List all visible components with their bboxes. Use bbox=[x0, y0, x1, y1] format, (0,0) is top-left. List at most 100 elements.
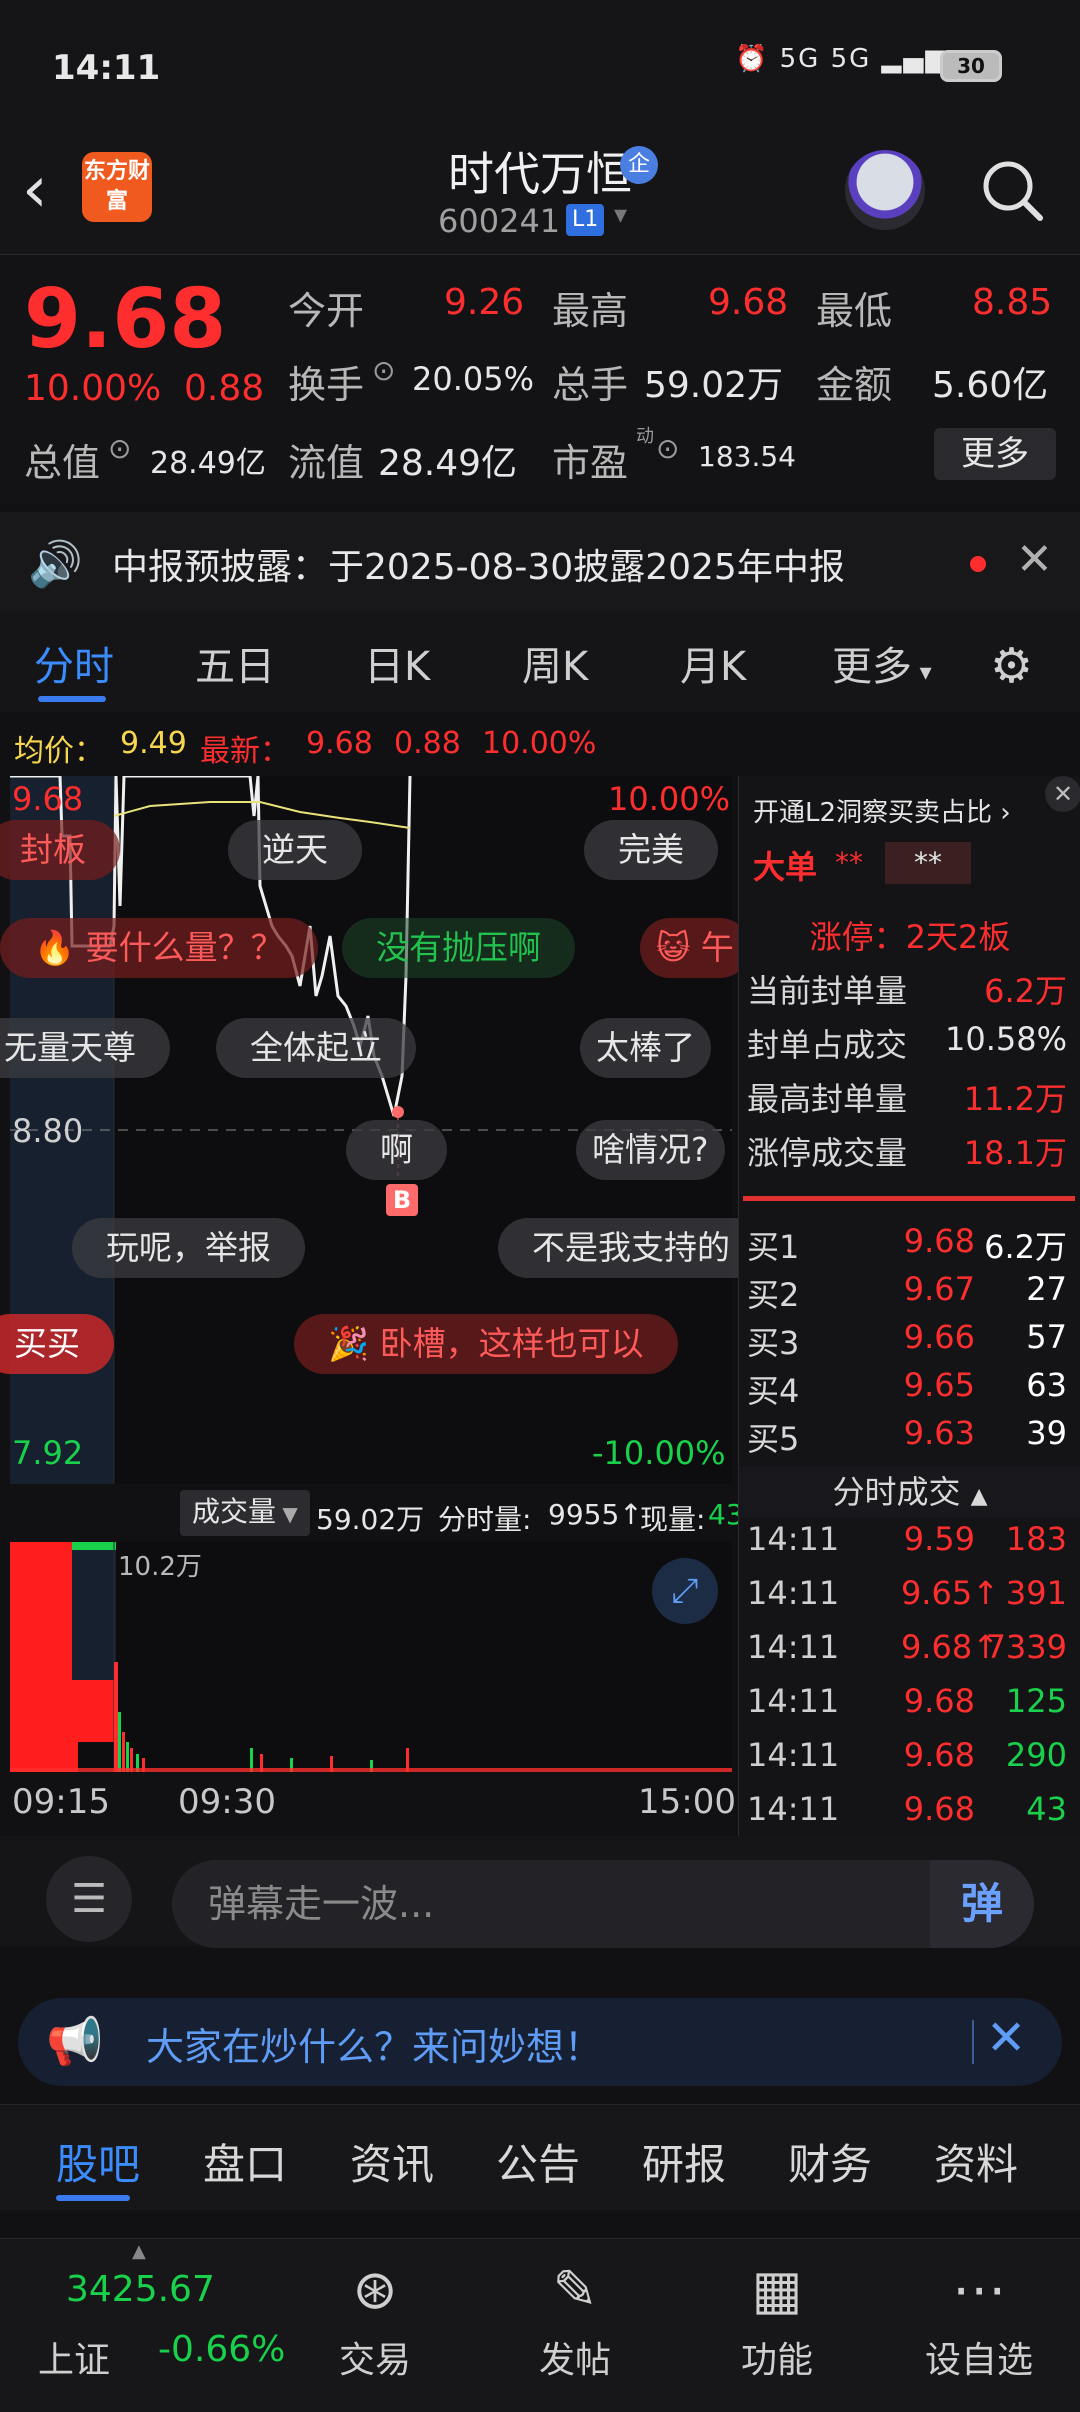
danmu-settings-icon[interactable]: ☰ bbox=[46, 1856, 132, 1942]
danmu-bubble[interactable]: 啥情况? bbox=[576, 1120, 725, 1180]
tab-daily-k[interactable]: 日K bbox=[364, 634, 430, 692]
bid-label: 买4 bbox=[747, 1372, 800, 1410]
megaphone-icon: 📢 bbox=[46, 2014, 104, 2068]
l2-upgrade-link[interactable]: 开通L2洞察买卖占比 › bbox=[753, 792, 1011, 829]
volume-indicator-select[interactable]: 成交量 ▼ bbox=[180, 1490, 310, 1536]
close-icon[interactable]: ✕ bbox=[1016, 534, 1053, 585]
post-button[interactable]: ✎ 发帖 bbox=[500, 2255, 650, 2383]
danmu-bubble[interactable]: 全体起立 bbox=[216, 1018, 416, 1078]
close-icon[interactable]: ✕ bbox=[986, 2010, 1026, 2066]
functions-button[interactable]: ▦ 功能 bbox=[702, 2255, 852, 2383]
trade-button[interactable]: ⊛ 交易 bbox=[300, 2255, 450, 2383]
ai-assistant-banner[interactable]: 📢 大家在炒什么？来问妙想！ ✕ bbox=[18, 1998, 1062, 2086]
change-percent: 10.00% bbox=[24, 368, 162, 409]
danmu-bubble[interactable]: 买买 bbox=[0, 1314, 114, 1374]
notice-text[interactable]: 中报预披露：于2025-08-30披露2025年中报 bbox=[112, 538, 845, 590]
tick-price: 9.68 bbox=[903, 1790, 975, 1828]
danmu-bubble[interactable]: 不是我支持的 bbox=[498, 1218, 764, 1278]
tab-announcements[interactable]: 公告 bbox=[496, 2131, 580, 2192]
danmu-bubble[interactable]: 😺 午 bbox=[640, 918, 750, 978]
ai-banner-text[interactable]: 大家在炒什么？来问妙想！ bbox=[146, 2016, 602, 2071]
danmu-send-button[interactable]: 弹 bbox=[930, 1860, 1034, 1948]
index-change[interactable]: -0.66% bbox=[158, 2329, 285, 2370]
stat-label: 封单占成交 bbox=[747, 1026, 908, 1064]
bid-price: 9.67 bbox=[903, 1270, 975, 1308]
limit-up-streak: 涨停：2天2板 bbox=[809, 918, 1011, 956]
tick-price: 9.68 bbox=[903, 1682, 975, 1720]
intraday-price-chart[interactable]: 9.68 10.00% 8.80 7.92 -10.00% B 封板 逆天 完美… bbox=[0, 776, 764, 1484]
latest-change: 0.88 bbox=[394, 726, 461, 761]
bid-price: 9.63 bbox=[903, 1414, 975, 1452]
tab-profile[interactable]: 资料 bbox=[934, 2131, 1018, 2192]
tick-price: 9.68↑ bbox=[900, 1628, 999, 1666]
add-watchlist-button[interactable]: ⋯ 设自选 bbox=[904, 2255, 1054, 2383]
tab-more-label: 更多 bbox=[832, 644, 912, 690]
danmu-input[interactable]: 弹幕走一波... bbox=[172, 1860, 1034, 1948]
volume-chart[interactable]: 10.2万 ⤢ bbox=[10, 1542, 732, 1772]
info-icon[interactable]: ⊙ bbox=[108, 432, 131, 465]
high-value: 9.68 bbox=[708, 282, 789, 323]
tick-time: 14:11 bbox=[747, 1520, 840, 1558]
tick-volume: 391 bbox=[1005, 1574, 1067, 1612]
info-icon[interactable]: ⊙ bbox=[372, 354, 395, 387]
buy-marker-badge[interactable]: B bbox=[386, 1184, 418, 1216]
amount-label: 金额 bbox=[816, 363, 893, 407]
tab-news[interactable]: 资讯 bbox=[350, 2131, 434, 2192]
gear-icon[interactable]: ⚙ bbox=[990, 638, 1033, 694]
index-name[interactable]: 上证 bbox=[38, 2331, 110, 2383]
tab-monthly-k[interactable]: 月K bbox=[680, 634, 746, 692]
danmu-bubble[interactable]: 玩呢，举报 bbox=[72, 1218, 305, 1278]
avg-label: 均价： bbox=[14, 734, 104, 769]
level-badge[interactable]: L1 bbox=[566, 204, 605, 236]
notice-bar[interactable]: 🔊 中报预披露：于2025-08-30披露2025年中报 ✕ bbox=[0, 512, 1080, 612]
current-volume-label: 现量: bbox=[640, 1503, 706, 1536]
tab-weekly-k[interactable]: 周K bbox=[522, 634, 588, 692]
danmu-bubble[interactable]: 🎉 卧槽，这样也可以 bbox=[294, 1314, 678, 1374]
tick-time: 14:11 bbox=[747, 1790, 840, 1828]
expand-icon[interactable]: ⤢ bbox=[652, 1558, 718, 1624]
bid-volume: 39 bbox=[1026, 1414, 1067, 1452]
close-icon[interactable]: ✕ bbox=[1045, 776, 1080, 812]
bid-volume: 57 bbox=[1026, 1318, 1067, 1356]
tick-price: 9.65↑ bbox=[900, 1574, 999, 1612]
caret-up-icon: ▲ bbox=[970, 1484, 988, 1509]
danmu-bubble[interactable]: 太棒了 bbox=[580, 1018, 711, 1078]
danmu-bubble[interactable]: 没有抛压啊 bbox=[342, 918, 575, 978]
tab-order-book[interactable]: 盘口 bbox=[203, 2131, 287, 2192]
danmu-bubble[interactable]: 完美 bbox=[584, 820, 718, 880]
danmu-bubble[interactable]: 逆天 bbox=[228, 820, 362, 880]
time-label: 09:30 bbox=[178, 1782, 276, 1822]
caret-up-icon: ▲ bbox=[132, 2241, 146, 2262]
danmu-bubble[interactable]: 啊 bbox=[346, 1120, 447, 1180]
volume-max-label: 10.2万 bbox=[118, 1552, 202, 1582]
tab-more[interactable]: 更多 ▾ bbox=[832, 634, 932, 692]
tab-forum[interactable]: 股吧 bbox=[56, 2131, 140, 2192]
stock-code[interactable]: 600241 bbox=[438, 202, 560, 240]
danmu-bubble[interactable]: 封板 bbox=[0, 820, 120, 880]
tab-intraday[interactable]: 分时 bbox=[34, 634, 114, 692]
tab-research[interactable]: 研报 bbox=[642, 2131, 726, 2192]
speaker-icon: 🔊 bbox=[28, 539, 83, 590]
stat-value: 11.2万 bbox=[963, 1080, 1067, 1118]
more-button[interactable]: 更多 bbox=[934, 428, 1056, 480]
fire-icon: 🔥 bbox=[34, 928, 76, 967]
chart-info-row: 均价： 9.49 最新： 9.68 0.88 10.00% bbox=[0, 718, 740, 772]
chevron-down-icon[interactable]: ▾ bbox=[614, 200, 627, 230]
index-value[interactable]: 3425.67 bbox=[66, 2269, 215, 2310]
current-price: 9.68 bbox=[24, 272, 227, 367]
danmu-bubble[interactable]: 🔥 要什么量？？ bbox=[0, 918, 318, 978]
tab-five-day[interactable]: 五日 bbox=[195, 634, 275, 692]
latest-value: 9.68 bbox=[306, 726, 373, 761]
danmu-bubble[interactable]: 无量天尊 bbox=[0, 1018, 170, 1078]
info-icon[interactable]: ⊙ bbox=[656, 432, 679, 465]
preopen-shade bbox=[72, 1550, 116, 1680]
bid-label: 买1 bbox=[747, 1228, 800, 1266]
change-amount: 0.88 bbox=[184, 368, 265, 409]
robot-assistant-icon[interactable] bbox=[845, 150, 925, 230]
bid-volume: 6.2万 bbox=[984, 1228, 1067, 1266]
volume-baseline bbox=[10, 1768, 732, 1772]
search-icon[interactable] bbox=[980, 158, 1044, 222]
ticks-header[interactable]: 分时成交 ▲ bbox=[739, 1466, 1080, 1518]
float-label: 流值 bbox=[288, 441, 365, 485]
tab-financials[interactable]: 财务 bbox=[788, 2131, 872, 2192]
